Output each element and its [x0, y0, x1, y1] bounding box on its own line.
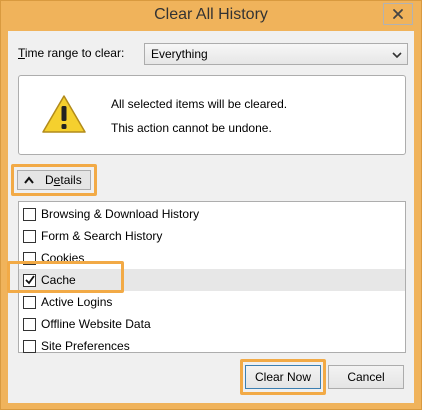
list-item-form-search-history[interactable]: Form & Search History	[19, 225, 405, 247]
chevron-down-icon	[392, 52, 402, 59]
warning-panel: All selected items will be cleared. This…	[18, 75, 406, 155]
item-label: Browsing & Download History	[41, 207, 200, 221]
list-item-browsing-history[interactable]: Browsing & Download History	[19, 203, 405, 225]
warning-icon	[42, 95, 86, 133]
list-item-site-preferences[interactable]: Site Preferences	[19, 335, 405, 357]
clear-history-dialog: Clear All History Time range to clear: E…	[0, 0, 422, 410]
dialog-title: Clear All History	[154, 6, 268, 23]
details-toggle-button[interactable]: Details	[17, 170, 91, 190]
time-range-select[interactable]: Everything	[144, 43, 408, 65]
time-range-value: Everything	[151, 47, 208, 61]
checkbox-active-logins[interactable]	[23, 296, 36, 309]
warning-text-line2: This action cannot be undone.	[111, 121, 272, 135]
checkbox-offline-website-data[interactable]	[23, 318, 36, 331]
checkbox-site-preferences[interactable]	[23, 340, 36, 353]
checkbox-browsing-history[interactable]	[23, 208, 36, 221]
close-icon	[393, 9, 403, 19]
time-range-label: Time range to clear:	[18, 46, 125, 60]
item-label: Form & Search History	[41, 229, 163, 243]
close-button[interactable]	[383, 3, 413, 25]
list-item-offline-website-data[interactable]: Offline Website Data	[19, 313, 405, 335]
checkbox-form-search-history[interactable]	[23, 230, 36, 243]
time-range-row: Time range to clear: Everything	[18, 43, 408, 65]
cache-highlight	[7, 261, 124, 293]
list-item-active-logins[interactable]: Active Logins	[19, 291, 405, 313]
dialog-body: Time range to clear: Everything All sele…	[7, 31, 414, 403]
cancel-button[interactable]: Cancel	[328, 365, 404, 389]
clear-now-button[interactable]: Clear Now	[245, 365, 321, 389]
chevron-up-icon	[24, 176, 34, 184]
title-bar: Clear All History	[1, 1, 421, 31]
item-label: Offline Website Data	[41, 317, 151, 331]
item-label: Site Preferences	[41, 339, 130, 353]
details-label: Details	[45, 173, 82, 187]
item-label: Active Logins	[41, 295, 113, 309]
warning-text-line1: All selected items will be cleared.	[111, 97, 288, 111]
